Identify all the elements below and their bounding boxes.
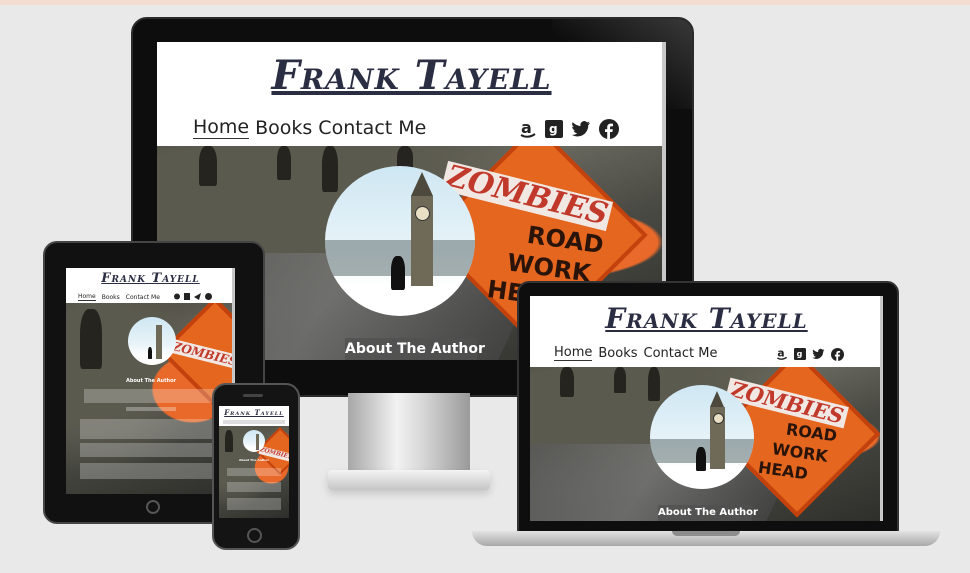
social-links xyxy=(174,293,212,300)
phone-screen: Frank Tayell ZOMBIES About The Author xyxy=(219,406,289,518)
svg-text:a: a xyxy=(521,119,532,137)
walking-figure xyxy=(391,256,405,290)
goodreads-icon[interactable]: g xyxy=(794,348,806,360)
author-image xyxy=(243,430,265,452)
laptop-screen: Frank Tayell Home Books Contact Me a g Z… xyxy=(530,296,883,521)
nav-home[interactable]: Home xyxy=(78,293,96,301)
social-links: a g xyxy=(519,119,619,139)
scrollbar[interactable] xyxy=(880,296,883,521)
walking-figure xyxy=(148,347,152,359)
zombie-figure xyxy=(322,146,338,192)
main-nav: Home Books Contact Me xyxy=(78,293,166,301)
hero-text-block xyxy=(80,463,220,479)
amazon-icon[interactable]: a xyxy=(519,119,537,139)
tablet-home-button xyxy=(146,500,160,514)
nav-books[interactable]: Books xyxy=(102,294,120,301)
site-logo[interactable]: Frank Tayell xyxy=(219,408,289,417)
site-logo[interactable]: Frank Tayell xyxy=(66,271,235,286)
social-links: a g xyxy=(776,347,844,361)
hero-text-block xyxy=(126,407,176,411)
about-heading: About The Author xyxy=(239,458,269,462)
nav-contact[interactable]: Contact Me xyxy=(644,346,718,361)
clock-face xyxy=(713,413,724,424)
facebook-icon[interactable] xyxy=(599,119,619,139)
tower-spire xyxy=(710,391,724,407)
author-image xyxy=(325,166,475,316)
hero-text-block xyxy=(227,498,281,510)
twitter-icon[interactable] xyxy=(194,293,201,300)
hero-banner: ZOMBIES ROAD WORK HEAD About The Author xyxy=(530,367,883,521)
about-heading: About The Author xyxy=(126,378,176,384)
author-image xyxy=(128,317,176,365)
phone-speaker xyxy=(243,394,263,397)
goodreads-icon[interactable]: g xyxy=(545,120,563,138)
hero-text-block xyxy=(80,419,220,439)
phone-home-button xyxy=(247,528,262,543)
zombie-figure xyxy=(80,309,102,369)
main-nav: Home Books Contact Me xyxy=(193,116,432,139)
zombie-figure xyxy=(560,367,574,397)
tablet-screen: Frank Tayell Home Books Contact Me ZOMBI… xyxy=(66,268,235,494)
clock-tower xyxy=(156,325,162,359)
phone-nav-line xyxy=(223,420,285,424)
site-logo[interactable]: Frank Tayell xyxy=(157,52,666,99)
svg-text:a: a xyxy=(777,347,784,360)
laptop-notch xyxy=(672,531,740,536)
nav-home[interactable]: Home xyxy=(554,345,593,361)
svg-text:g: g xyxy=(797,350,803,359)
top-strip xyxy=(0,0,970,5)
nav-books[interactable]: Books xyxy=(255,117,312,139)
about-heading: About The Author xyxy=(345,338,485,360)
monitor-stand xyxy=(348,393,470,471)
zombie-figure xyxy=(225,430,233,452)
monitor-base xyxy=(328,470,490,490)
clock-tower xyxy=(256,434,259,450)
twitter-icon[interactable] xyxy=(812,348,825,360)
amazon-icon[interactable] xyxy=(174,293,180,300)
hero-text-block xyxy=(227,482,281,492)
zombie-figure xyxy=(614,367,626,393)
amazon-icon[interactable]: a xyxy=(776,347,788,361)
hero-text-block xyxy=(84,389,216,403)
main-nav: Home Books Contact Me xyxy=(554,345,723,361)
goodreads-icon[interactable] xyxy=(184,293,190,300)
zombie-figure xyxy=(648,367,660,401)
about-heading: About The Author xyxy=(658,505,758,521)
nav-books[interactable]: Books xyxy=(598,346,637,361)
clock-face xyxy=(415,206,430,221)
author-image xyxy=(650,385,754,489)
hero-text-block xyxy=(227,468,281,476)
nav-contact[interactable]: Contact Me xyxy=(318,117,426,139)
hero-text-block xyxy=(80,443,220,457)
tower-spire xyxy=(411,172,433,196)
facebook-icon[interactable] xyxy=(205,293,212,300)
nav-home[interactable]: Home xyxy=(193,116,250,139)
zombie-figure xyxy=(199,146,217,186)
nav-contact[interactable]: Contact Me xyxy=(126,294,160,301)
walking-figure xyxy=(696,447,706,471)
hero-banner: ZOMBIES About The Author xyxy=(66,303,235,494)
site-logo[interactable]: Frank Tayell xyxy=(530,302,883,335)
svg-text:g: g xyxy=(549,122,558,136)
hero-banner: ZOMBIES About The Author xyxy=(219,426,289,518)
zombie-figure xyxy=(277,146,291,180)
facebook-icon[interactable] xyxy=(831,347,844,361)
twitter-icon[interactable] xyxy=(571,120,591,138)
